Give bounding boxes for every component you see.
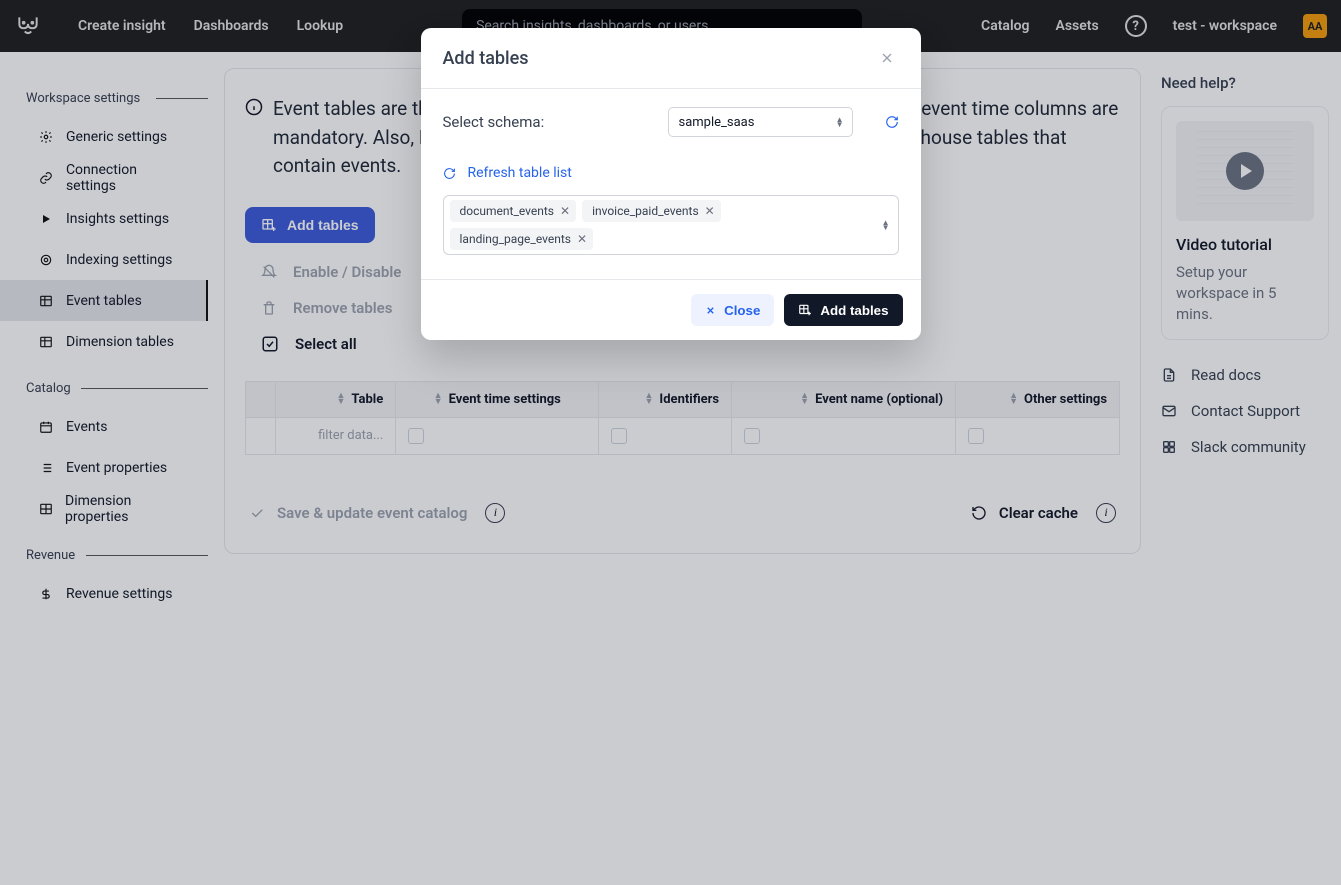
add-tables-modal: Add tables Select schema: sample_saas ▲▼: [421, 28, 921, 340]
chip-remove-icon[interactable]: ✕: [705, 204, 715, 218]
modal-add-tables-button[interactable]: Add tables: [784, 294, 902, 326]
close-icon[interactable]: [875, 46, 899, 70]
chevron-updown-icon: ▲▼: [836, 117, 844, 127]
schema-refresh-icon[interactable]: [885, 115, 899, 129]
refresh-table-list-link[interactable]: Refresh table list: [443, 165, 572, 181]
modal-overlay[interactable]: Add tables Select schema: sample_saas ▲▼: [0, 0, 1341, 885]
refresh-icon: [443, 167, 456, 180]
chip-invoice-paid-events: invoice_paid_events✕: [582, 200, 721, 222]
chip-remove-icon[interactable]: ✕: [560, 204, 570, 218]
modal-title: Add tables: [443, 48, 529, 69]
schema-label: Select schema:: [443, 113, 652, 131]
table-plus-icon: [798, 303, 812, 317]
chevron-updown-icon: ▲▼: [882, 220, 890, 230]
modal-close-button[interactable]: Close: [691, 294, 774, 326]
tables-multiselect[interactable]: document_events✕ invoice_paid_events✕ la…: [443, 195, 899, 255]
x-icon: [705, 305, 716, 316]
schema-select[interactable]: sample_saas ▲▼: [668, 107, 853, 137]
chip-remove-icon[interactable]: ✕: [577, 232, 587, 246]
chip-landing-page-events: landing_page_events✕: [450, 228, 594, 250]
chip-document-events: document_events✕: [450, 200, 577, 222]
